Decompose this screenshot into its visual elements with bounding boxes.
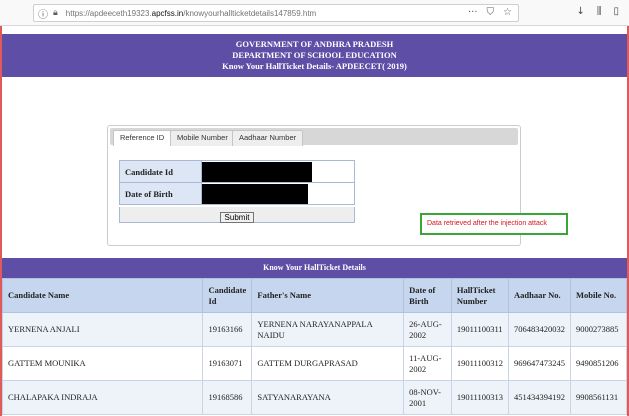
shield-icon[interactable]: ⛉ [487,7,495,18]
sidebar-icon[interactable]: ▯ [613,6,619,17]
results-title: Know Your HallTicket Details [2,258,627,278]
father-name-cell: YERNENA NARAYANAPPALA NAIDU [251,312,405,347]
hallticket-cell: 19011100313 [450,380,510,415]
hallticket-cell: 19011100311 [450,312,510,347]
lock-icon: 🔒︎ [53,8,58,18]
aadhaar-cell: 706483420032 [508,312,571,347]
library-icon[interactable]: ⫼ [597,6,602,17]
header-line-department: DEPARTMENT OF SCHOOL EDUCATION [232,50,397,60]
column-header: Candidate Id [202,278,253,313]
table-row: YERNENA ANJALI 19163166 YERNENA NARAYANA… [1,312,627,347]
father-name-cell: SATYANARAYANA [251,380,405,415]
submit-button[interactable]: Submit [219,212,255,223]
table-row: GATTEM MOUNIKA 19163071 GATTEM DURGAPRAS… [1,346,627,381]
annotation-callout: Data retrieved after the injection attac… [420,213,568,235]
mobile-cell: 9908561131 [570,380,627,415]
download-icon[interactable]: ↓ [576,6,584,17]
tab-aadhaar-number[interactable]: Aadhaar Number [232,130,304,146]
header-line-government: GOVERNMENT OF ANDHRA PRADESH [235,39,394,49]
column-header: HallTicket Number [450,278,510,313]
browser-toolbar: ⓘ 🔒︎ https://apdeeceth19323.apcfss.in/kn… [0,0,629,26]
dob-label: Date of Birth [119,182,202,205]
father-name-cell: GATTEM DURGAPRASAD [251,346,405,381]
star-icon[interactable]: ☆ [503,7,512,18]
dob-field[interactable] [201,182,355,205]
column-header: Mobile No. [570,278,627,313]
dob-cell: 08-NOV-2001 [403,380,452,415]
column-header: Aadhaar No. [508,278,571,313]
redacted-value [202,161,312,182]
candidate-id-field[interactable] [201,160,355,183]
hallticket-cell: 19011100312 [450,346,510,381]
tab-strip: Reference ID Mobile Number Aadhaar Numbe… [110,128,518,146]
tab-reference-id[interactable]: Reference ID [113,130,172,146]
address-bar[interactable]: ⓘ 🔒︎ https://apdeeceth19323.apcfss.in/kn… [33,4,519,22]
dob-cell: 26-AUG-2002 [403,312,452,347]
info-icon[interactable]: ⓘ [38,6,48,21]
column-header: Date of Birth [403,278,452,313]
submit-row: Submit [119,207,355,223]
ellipsis-icon[interactable]: ··· [468,7,478,18]
redacted-value [202,183,308,204]
column-header: Candidate Name [1,278,204,313]
table-row: CHALAPAKA INDRAJA 19168586 SATYANARAYANA… [1,380,627,415]
candidate-id-cell: 19163071 [202,346,253,381]
candidate-name-cell: YERNENA ANJALI [1,312,204,347]
mobile-cell: 9000273885 [570,312,627,347]
candidate-name-cell: CHALAPAKA INDRAJA [1,380,204,415]
candidate-id-cell: 19163166 [202,312,253,347]
candidate-name-cell: GATTEM MOUNIKA [1,346,204,381]
aadhaar-cell: 969647473245 [508,346,571,381]
candidate-id-label: Candidate Id [119,160,202,183]
candidate-id-cell: 19168586 [202,380,253,415]
header-banner: GOVERNMENT OF ANDHRA PRADESH DEPARTMENT … [2,34,627,77]
url-text[interactable]: https://apdeeceth19323.apcfss.in/knowyou… [66,9,316,18]
mobile-cell: 9490851206 [570,346,627,381]
aadhaar-cell: 451434394192 [508,380,571,415]
page-title: Know Your HallTicket Details- APDEECET( … [222,61,407,71]
column-header: Father's Name [251,278,405,313]
results-header-row: Candidate Name Candidate Id Father's Nam… [1,278,627,313]
dob-cell: 11-AUG-2002 [403,346,452,381]
tab-mobile-number[interactable]: Mobile Number [170,130,235,146]
search-form: Candidate Id Date of Birth [119,160,355,205]
results-table: Candidate Name Candidate Id Father's Nam… [1,278,627,415]
